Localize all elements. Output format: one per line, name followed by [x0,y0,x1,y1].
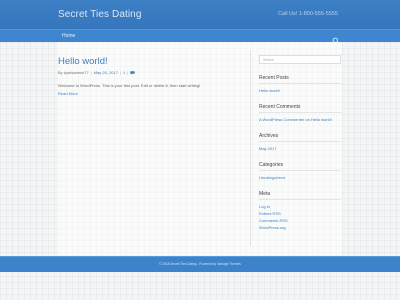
site-title[interactable]: Secret Ties Dating [58,9,142,20]
widget-title-categories: Categories [259,162,284,168]
meta-link-comments-rss[interactable]: Comments RSS [259,218,288,223]
search-icon[interactable] [332,32,340,45]
widget-divider [259,112,341,113]
post-excerpt: Welcome to WordPress. This is your first… [58,83,201,88]
recent-post-link[interactable]: Hello world! [259,88,280,93]
site-header: Secret Ties Dating Call Us! 1-800-555-55… [0,0,400,29]
widget-title-recent-comments: Recent Comments [259,104,301,110]
category-link[interactable]: Uncategorized [259,175,285,180]
recent-comment-link[interactable]: A WordPress Commenter on Hello world! [259,117,332,122]
meta-link-wordpress-org[interactable]: WordPress.org [259,225,286,230]
widget-divider [259,170,341,171]
site-footer: © 2018 Secret Ties Dating - Powered by V… [0,256,400,272]
post-author[interactable]: By tyadsadmin77 [58,70,89,75]
meta-link-entries-rss[interactable]: Entries RSS [259,211,281,216]
widget-title-recent-posts: Recent Posts [259,75,289,81]
post-meta: By tyadsadmin77 | May 20, 2017 | 1 | [58,70,136,75]
meta-link-log-in[interactable]: Log in [259,204,270,209]
post-title-link[interactable]: Hello world! [58,56,108,67]
main-navigation: Home [0,29,400,45]
nav-item-home[interactable]: Home [62,33,75,39]
widget-title-archives: Archives [259,133,279,139]
post-comments-count[interactable]: 1 [123,70,125,75]
comment-bubble-icon[interactable] [130,70,136,75]
widget-divider [259,141,341,142]
widget-title-meta: Meta [259,191,271,197]
post-date-link[interactable]: May 20, 2017 [94,70,118,75]
read-more-link[interactable]: Read More [58,91,78,96]
header-contact-phone: Call Us! 1-800-555-5555 [278,11,338,17]
archive-link[interactable]: May 2017 [259,146,277,151]
footer-credits: © 2018 Secret Ties Dating - Powered by V… [159,262,241,266]
widget-divider [259,199,341,200]
sidebar-search-input[interactable] [259,55,341,64]
widget-divider [259,83,341,84]
sidebar-divider [250,50,251,246]
